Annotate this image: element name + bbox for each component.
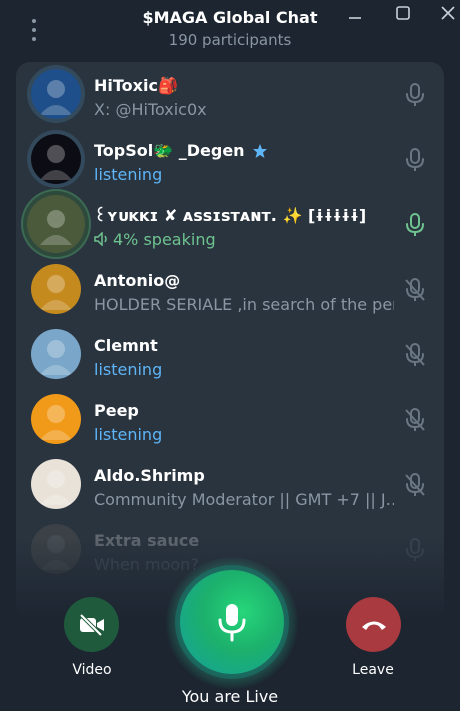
video-off-icon — [79, 613, 104, 636]
participant-status: X: @HiToxic0x — [94, 100, 394, 120]
participant-row[interactable]: HiToxic🎒 X: @HiToxic0x — [16, 62, 444, 127]
participant-name: Peep — [94, 401, 139, 420]
video-label: Video — [72, 662, 112, 678]
participant-status: listening — [94, 165, 394, 185]
participant-status-text: listening — [94, 165, 163, 184]
participant-count: 190 participants — [168, 31, 292, 49]
participants-list[interactable]: HiToxic🎒 X: @HiToxic0x TopSol🐲 _Degenliste… — [16, 62, 444, 617]
participant-status-text: listening — [94, 425, 163, 444]
title-bar: $MAGA Global Chat 190 participants — [0, 0, 460, 60]
participant-avatar — [31, 329, 81, 379]
microphone-muted-icon[interactable] — [404, 343, 426, 367]
leave-label: Leave — [352, 662, 394, 678]
chat-header: $MAGA Global Chat 190 participants — [0, 8, 460, 50]
participant-status-text: 4% speaking — [113, 230, 216, 249]
speaker-icon — [94, 230, 113, 249]
participant-row[interactable]: Peep listening — [16, 387, 444, 452]
participant-avatar — [31, 459, 81, 509]
participant-name: Clemnt — [94, 336, 158, 355]
verified-star-icon — [252, 143, 268, 163]
participant-row[interactable]: Aldo.Shrimp Community Moderator || GMT +7… — [16, 452, 444, 517]
participant-row[interactable]: Clemnt listening — [16, 322, 444, 387]
participant-status-text: listening — [94, 360, 163, 379]
participant-status: Community Moderator || GMT +7 || J… — [94, 490, 394, 510]
participant-avatar — [31, 134, 81, 184]
chat-title: $MAGA Global Chat — [142, 8, 318, 27]
live-mic-button[interactable] — [180, 570, 284, 674]
participant-status-text: HOLDER SERIALE ,in search of the perfect… — [94, 295, 394, 314]
participant-name: TopSol🐲 _Degen — [94, 141, 245, 160]
minimize-icon[interactable] — [345, 3, 365, 23]
microphone-muted-icon[interactable] — [404, 408, 426, 432]
participant-status: listening — [94, 425, 394, 445]
microphone-muted-icon[interactable] — [404, 278, 426, 302]
close-icon[interactable] — [438, 3, 458, 23]
participant-row[interactable]: ꒰ʏᴜᴋᴋɪ ✘ ᴀssɪsᴛᴀɴᴛ. ✨ [ɨɨɨɨɨ] 4% speaking — [16, 192, 444, 257]
participant-avatar — [31, 264, 81, 314]
leave-button[interactable] — [346, 597, 401, 652]
participant-avatar — [31, 394, 81, 444]
participant-status: HOLDER SERIALE ,in search of the perfect… — [94, 295, 394, 315]
microphone-icon[interactable] — [404, 213, 426, 237]
microphone-muted-icon[interactable] — [404, 473, 426, 497]
live-status-label: You are Live — [181, 687, 279, 706]
participant-row[interactable]: Antonio@ HOLDER SERIALE ,in search of the… — [16, 257, 444, 322]
hang-up-icon — [361, 621, 386, 630]
microphone-icon — [218, 604, 246, 642]
participant-row[interactable]: TopSol🐲 _Degen listening — [16, 127, 444, 192]
participant-name: Aldo.Shrimp — [94, 466, 205, 485]
participant-status: listening — [94, 360, 394, 380]
maximize-icon[interactable] — [393, 3, 413, 23]
participant-name: ꒰ʏᴜᴋᴋɪ ✘ ᴀssɪsᴛᴀɴᴛ. ✨ [ɨɨɨɨɨ] — [94, 206, 367, 225]
participant-name: Antonio@ — [94, 271, 181, 290]
participant-status-text: X: @HiToxic0x — [94, 100, 207, 119]
participant-status: 4% speaking — [94, 230, 394, 250]
participant-avatar — [27, 195, 85, 253]
participant-name: HiToxic🎒 — [94, 76, 178, 95]
microphone-icon[interactable] — [404, 148, 426, 172]
microphone-icon[interactable] — [404, 83, 426, 107]
video-button[interactable] — [64, 597, 119, 652]
participant-status-text: Community Moderator || GMT +7 || J… — [94, 490, 394, 509]
participant-avatar — [31, 69, 81, 119]
